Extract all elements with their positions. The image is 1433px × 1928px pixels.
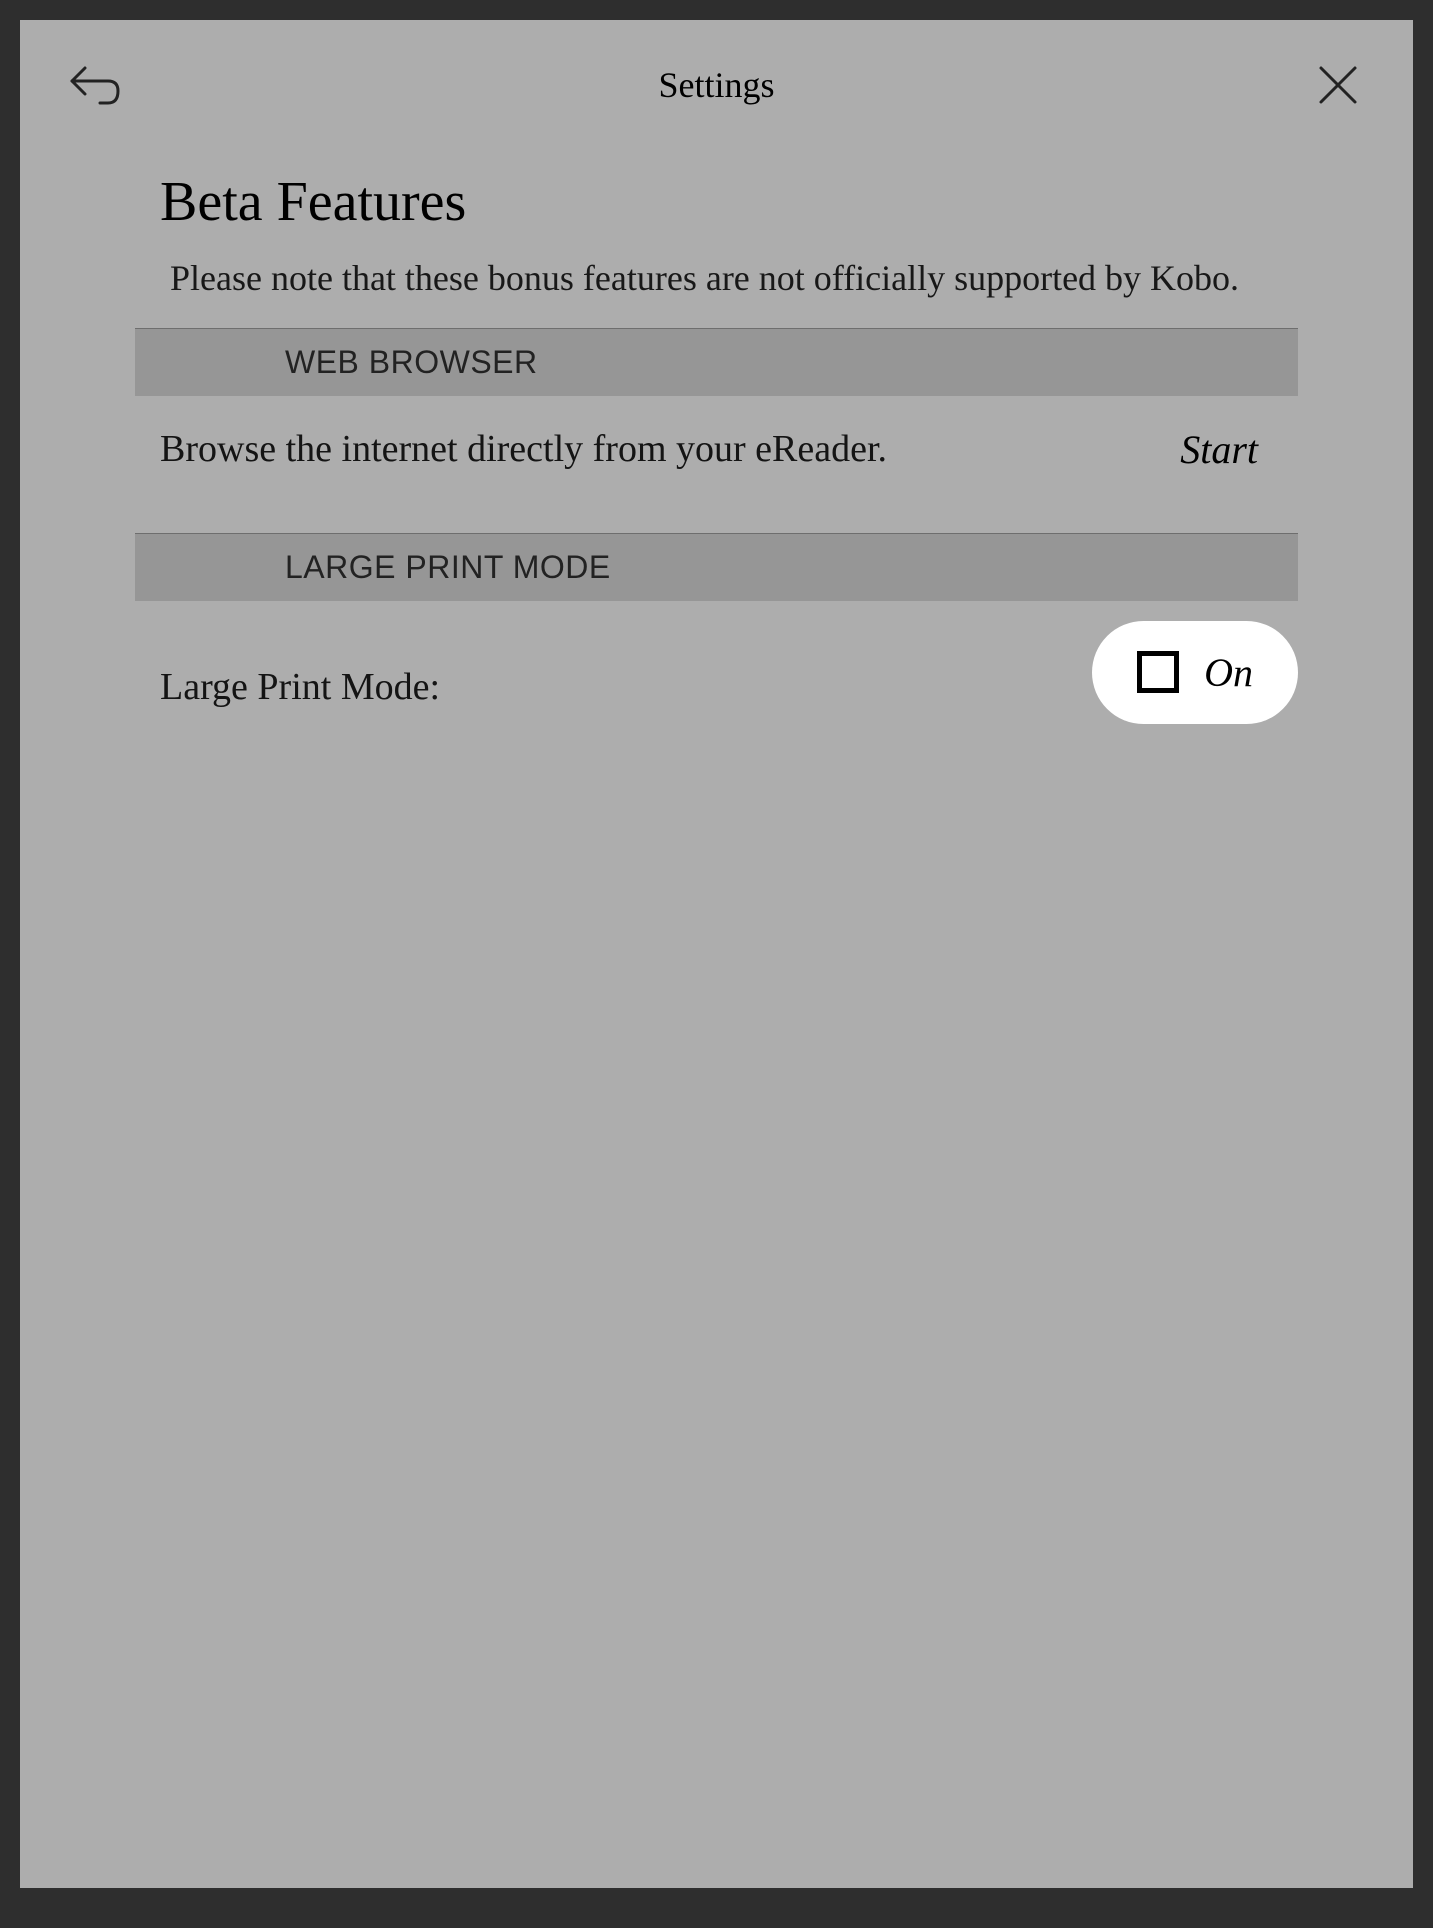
web-browser-start-link[interactable]: Start — [1180, 426, 1258, 473]
content: Beta Features Please note that these bon… — [20, 140, 1413, 724]
large-print-label: Large Print Mode: — [160, 635, 440, 709]
header: Settings — [20, 20, 1413, 140]
large-print-section-header: LARGE PRINT MODE — [135, 533, 1298, 601]
back-icon — [70, 63, 120, 108]
web-browser-section-header: WEB BROWSER — [135, 328, 1298, 396]
page-title: Beta Features — [20, 170, 1413, 254]
large-print-toggle[interactable]: On — [1092, 621, 1298, 724]
back-button[interactable] — [70, 60, 120, 110]
web-browser-row: Browse the internet directly from your e… — [20, 396, 1413, 533]
close-icon — [1318, 65, 1358, 105]
large-print-row: Large Print Mode: On — [20, 601, 1413, 724]
large-print-toggle-label: On — [1204, 649, 1253, 696]
web-browser-description: Browse the internet directly from your e… — [160, 427, 887, 471]
header-title: Settings — [120, 64, 1313, 106]
page-subtitle: Please note that these bonus features ar… — [20, 254, 1413, 328]
settings-screen: Settings Beta Features Please note that … — [20, 20, 1413, 1888]
close-button[interactable] — [1313, 60, 1363, 110]
checkbox-icon — [1137, 651, 1179, 693]
